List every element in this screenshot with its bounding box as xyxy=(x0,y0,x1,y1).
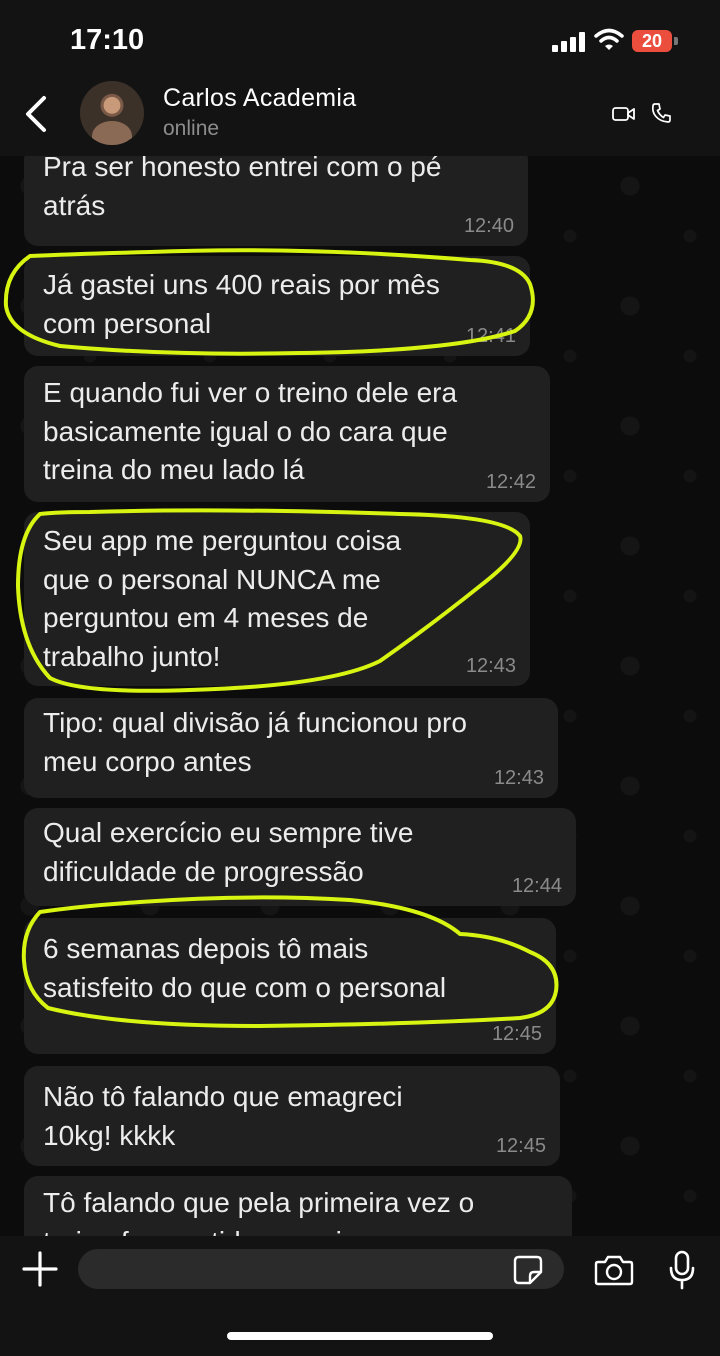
message-bubble[interactable]: Já gastei uns 400 reais por mês com pers… xyxy=(24,256,530,356)
message-bubble[interactable]: Seu app me perguntou coisa que o persona… xyxy=(24,512,530,686)
message-time: 12:45 xyxy=(495,1135,546,1157)
status-time: 17:10 xyxy=(70,24,145,56)
message-bubble[interactable]: 6 semanas depois tô mais satisfeito do q… xyxy=(24,918,556,1054)
message-text: 6 semanas depois tô mais satisfeito do q… xyxy=(43,933,447,1003)
microphone-icon[interactable] xyxy=(668,1250,696,1290)
message-bubble[interactable]: Pra ser honesto entrei com o pé atrás 12… xyxy=(24,156,528,246)
signal-icon xyxy=(552,32,586,52)
chat-area[interactable]: Pra ser honesto entrei com o pé atrás 12… xyxy=(0,156,720,1236)
battery-icon: 20 xyxy=(632,30,672,52)
video-call-icon[interactable] xyxy=(612,106,636,122)
message-text: Tipo: qual divisão já funcionou pro meu … xyxy=(43,707,467,777)
message-text: Já gastei uns 400 reais por mês com pers… xyxy=(43,269,440,339)
sticker-icon[interactable] xyxy=(512,1254,544,1286)
status-bar: 17:10 20 xyxy=(0,0,720,80)
message-time: 12:43 xyxy=(493,767,544,789)
avatar-figure xyxy=(92,121,132,145)
wifi-icon xyxy=(594,28,624,50)
phone-call-icon[interactable] xyxy=(651,102,671,124)
battery-level: 20 xyxy=(641,31,663,51)
input-bar xyxy=(0,1236,720,1356)
message-text: Pra ser honesto entrei com o pé atrás xyxy=(43,156,442,221)
plus-icon[interactable] xyxy=(22,1251,58,1287)
message-text: E quando fui ver o treino dele era basic… xyxy=(43,377,458,485)
message-bubble[interactable]: Não tô falando que emagreci 10kg! kkkk 1… xyxy=(24,1066,560,1166)
message-text: Tô falando que pela primeira vez o trein… xyxy=(43,1187,475,1236)
message-text: Seu app me perguntou coisa que o persona… xyxy=(43,525,402,672)
avatar[interactable] xyxy=(80,81,144,145)
message-time: 12:43 xyxy=(465,655,516,677)
message-bubble[interactable]: E quando fui ver o treino dele era basic… xyxy=(24,366,550,502)
back-icon[interactable] xyxy=(18,92,58,136)
contact-name[interactable]: Carlos Academia xyxy=(163,84,356,113)
message-time: 12:45 xyxy=(491,1023,542,1045)
message-time: 12:40 xyxy=(463,215,514,237)
message-bubble[interactable]: Tô falando que pela primeira vez o trein… xyxy=(24,1176,572,1236)
chat-header: Carlos Academia online xyxy=(0,80,720,156)
message-time: 12:44 xyxy=(511,875,562,897)
battery-tip xyxy=(674,37,678,45)
camera-icon[interactable] xyxy=(594,1253,634,1287)
message-bubble[interactable]: Qual exercício eu sempre tive dificuldad… xyxy=(24,808,576,906)
message-time: 12:41 xyxy=(465,325,516,347)
message-input[interactable] xyxy=(78,1249,564,1289)
contact-status: online xyxy=(163,117,220,140)
message-time: 12:42 xyxy=(485,471,536,493)
message-bubble[interactable]: Tipo: qual divisão já funcionou pro meu … xyxy=(24,698,558,798)
message-text: Não tô falando que emagreci 10kg! kkkk xyxy=(43,1081,403,1151)
home-indicator xyxy=(227,1332,493,1340)
message-text: Qual exercício eu sempre tive dificuldad… xyxy=(43,817,414,887)
